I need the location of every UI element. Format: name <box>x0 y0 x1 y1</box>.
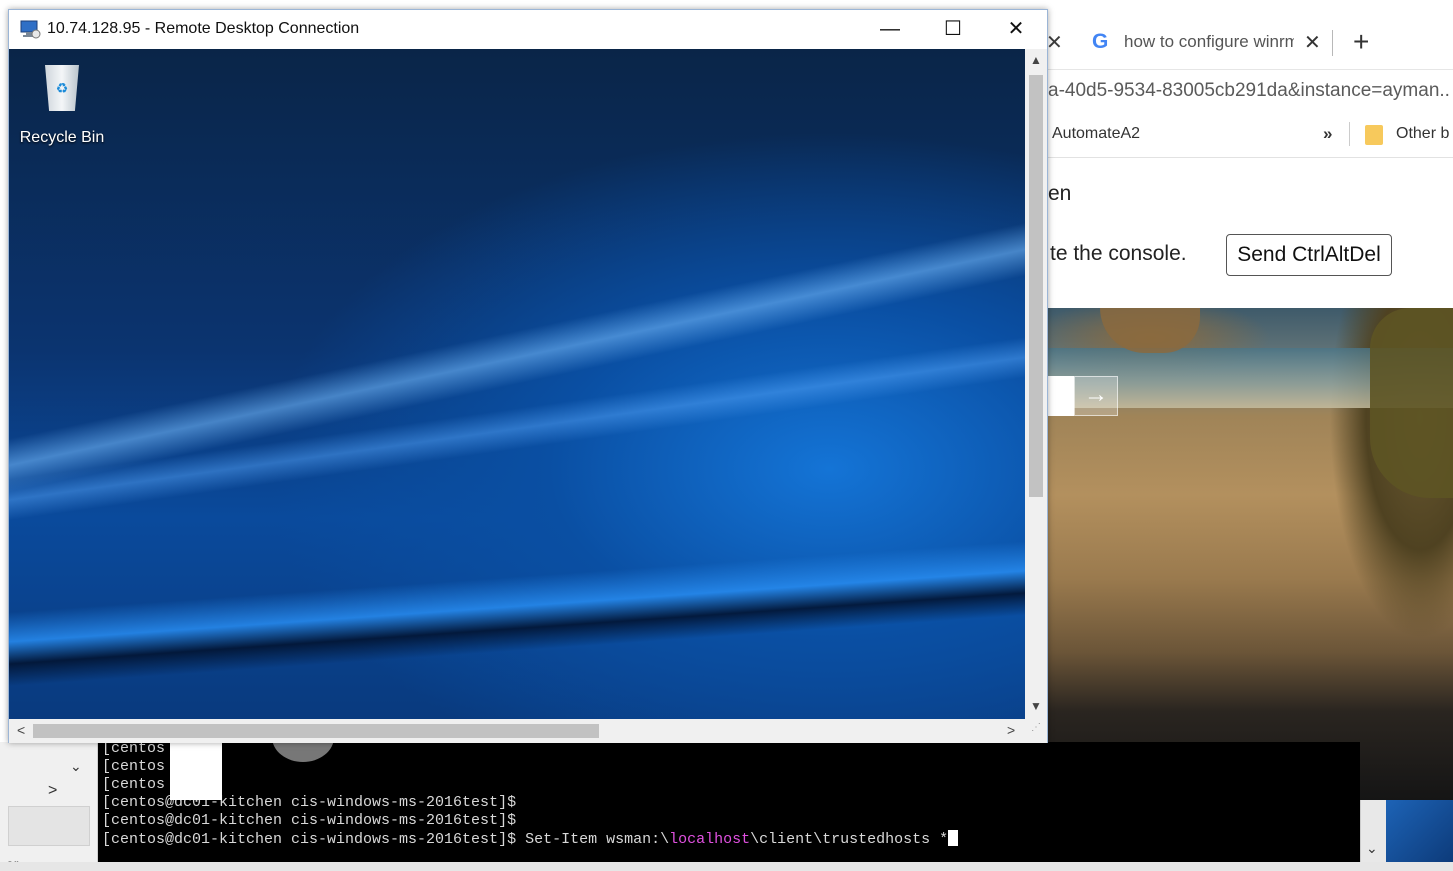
scroll-down-icon[interactable]: ▼ <box>1030 699 1042 713</box>
address-bar[interactable]: a-40d5-9534-83005cb291da&instance=ayman.… <box>1040 70 1453 112</box>
page-message: te the console. <box>1050 242 1187 265</box>
minimize-button[interactable]: — <box>859 10 921 49</box>
horizontal-scrollbar[interactable]: < > <box>9 719 1047 743</box>
occluding-block <box>170 742 222 800</box>
tab-close-icon[interactable]: ✕ <box>1304 30 1321 55</box>
close-button[interactable]: ✕ <box>985 10 1047 49</box>
maximize-button[interactable]: ☐ <box>922 10 984 49</box>
vertical-scroll-thumb[interactable] <box>1029 75 1043 497</box>
recycle-bin-label: Recycle Bin <box>19 129 105 146</box>
terminal-command-line[interactable]: [centos@dc01-kitchen cis-windows-ms-2016… <box>102 830 959 849</box>
terminal-prompt: [centos@dc01-kitchen cis-windows-ms-2016… <box>102 831 670 848</box>
browser-tabstrip: ✕ G how to configure winrm ✕ + <box>1040 0 1453 70</box>
chevron-down-icon[interactable]: ⌄ <box>70 758 82 775</box>
remote-desktop-window: 10.74.128.95 - Remote Desktop Connection… <box>8 9 1048 743</box>
page-heading: en <box>1048 182 1072 205</box>
terminal-command-rest: \client\trustedhosts * <box>750 831 949 848</box>
submit-arrow-icon[interactable]: → <box>1074 376 1118 416</box>
previous-tab-close-icon[interactable]: ✕ <box>1046 30 1063 55</box>
bookmarks-overflow-button[interactable]: » <box>1323 124 1332 144</box>
bookmark-automatea2[interactable]: AutomateA2 <box>1052 125 1140 143</box>
scroll-left-icon[interactable]: < <box>17 722 25 738</box>
occluding-circle <box>272 742 334 762</box>
terminal-window[interactable]: [centos [centos [centos [centos@dc01-kit… <box>98 742 1360 862</box>
vertical-scrollbar[interactable]: ▲ ▼ <box>1025 49 1047 719</box>
window-title: 10.74.128.95 - Remote Desktop Connection <box>47 20 360 37</box>
chevron-right-icon[interactable]: > <box>48 782 57 800</box>
tab-title[interactable]: how to configure winrm <box>1124 32 1294 52</box>
scroll-right-icon[interactable]: > <box>1007 722 1015 738</box>
terminal-highlight: localhost <box>669 831 751 848</box>
chevron-down-icon[interactable]: ⌄ <box>1366 840 1378 857</box>
terminal-cursor <box>948 830 959 846</box>
bookmarks-bar: AutomateA2 » Other b <box>1040 112 1453 158</box>
page-content: en te the console. Send CtrlAltDel <box>1040 158 1453 308</box>
terminal-line: [centos@dc01-kitchen cis-windows-ms-2016… <box>102 794 517 811</box>
folder-icon <box>1365 125 1383 145</box>
new-tab-button[interactable]: + <box>1353 26 1369 58</box>
lockscreen-rock <box>1100 308 1200 353</box>
terminal-line: [centos <box>102 758 166 775</box>
title-bar[interactable]: 10.74.128.95 - Remote Desktop Connection… <box>9 10 1047 49</box>
tab-divider <box>1332 30 1333 56</box>
browser-window: ✕ G how to configure winrm ✕ + a-40d5-95… <box>1040 0 1453 800</box>
recycle-bin-shortcut[interactable]: ♻ Recycle Bin <box>17 57 107 147</box>
lockscreen-rock <box>1370 308 1453 498</box>
terminal-line: [centos@dc01-kitchen cis-windows-ms-2016… <box>102 812 517 829</box>
terminal-line: [centos <box>102 776 166 793</box>
resize-grip-icon[interactable]: ⋰ <box>1031 722 1041 733</box>
remote-desktop-area[interactable]: ♻ Recycle Bin <box>9 49 1025 719</box>
url-text[interactable]: a-40d5-9534-83005cb291da&instance=ayman.… <box>1048 80 1450 102</box>
bookmark-other[interactable]: Other b <box>1396 125 1449 143</box>
bookmarks-separator <box>1349 122 1350 146</box>
taskbar <box>0 862 1453 871</box>
horizontal-scroll-thumb[interactable] <box>33 724 599 738</box>
remote-desktop-icon <box>20 20 41 39</box>
scroll-up-icon[interactable]: ▲ <box>1030 53 1042 67</box>
vm-console-lockscreen[interactable]: → <box>1040 308 1453 800</box>
send-ctrl-alt-del-button[interactable]: Send CtrlAltDel <box>1226 234 1392 276</box>
recycle-bin-icon: ♻ <box>39 57 85 113</box>
panel-row[interactable] <box>8 806 90 846</box>
desktop-wallpaper-sliver <box>1386 800 1453 862</box>
left-side-panel: ⌄ > er <box>0 742 98 871</box>
google-favicon-icon: G <box>1092 30 1109 53</box>
terminal-line: [centos <box>102 742 166 757</box>
